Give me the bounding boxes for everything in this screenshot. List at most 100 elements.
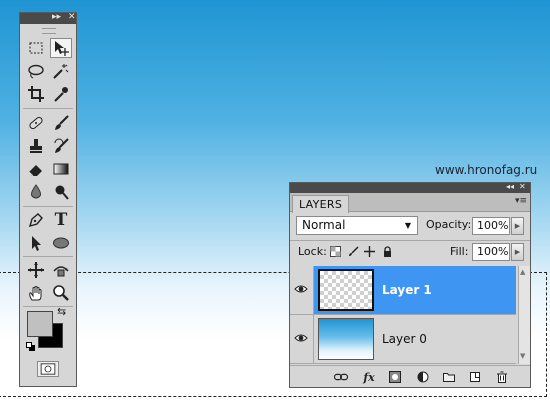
layer-name[interactable]: Layer 1 bbox=[382, 283, 432, 297]
marquee-icon bbox=[29, 42, 43, 54]
tools-titlebar[interactable]: ▸▸ ✕ bbox=[20, 11, 76, 24]
adjustment-layer-button[interactable] bbox=[416, 370, 430, 384]
layer-name[interactable]: Layer 0 bbox=[382, 332, 427, 346]
gradient-tool[interactable] bbox=[50, 159, 72, 179]
stamp-icon bbox=[30, 139, 42, 153]
layer-row-layer-1[interactable]: Layer 1 bbox=[290, 266, 516, 315]
watermark-text: www.hronofag.ru bbox=[435, 163, 538, 177]
quick-mask-button[interactable] bbox=[37, 361, 59, 377]
foreground-color-swatch[interactable] bbox=[27, 311, 53, 337]
toolbox-divider bbox=[23, 108, 73, 109]
default-colors-icon[interactable] bbox=[26, 342, 35, 351]
shape-tool[interactable] bbox=[50, 233, 72, 253]
3d-orbit-icon bbox=[53, 266, 69, 277]
link-icon bbox=[334, 373, 348, 381]
layers-scrollbar[interactable]: ▲ ▼ bbox=[518, 266, 530, 364]
lasso-icon bbox=[28, 64, 44, 79]
lasso-tool[interactable] bbox=[25, 61, 47, 81]
chevron-down-icon: ▼ bbox=[404, 221, 411, 230]
delete-layer-button[interactable] bbox=[495, 370, 509, 384]
new-group-button[interactable] bbox=[442, 370, 456, 384]
gradient-icon bbox=[53, 163, 69, 175]
layers-bottom-bar: fx bbox=[290, 365, 530, 388]
type-tool[interactable]: T bbox=[50, 210, 72, 230]
eye-icon bbox=[294, 334, 308, 342]
move-icon bbox=[55, 41, 69, 56]
toolbox-divider bbox=[23, 256, 73, 257]
dodge-tool[interactable] bbox=[50, 182, 72, 202]
brush-icon bbox=[55, 115, 69, 130]
zoom-icon bbox=[53, 285, 69, 301]
magic-wand-tool[interactable] bbox=[50, 61, 72, 81]
zoom-tool[interactable] bbox=[50, 283, 72, 303]
history-brush-tool[interactable] bbox=[50, 136, 72, 156]
toolbox-divider bbox=[23, 206, 73, 207]
close-icon[interactable]: ✕ bbox=[519, 181, 526, 193]
scroll-up-icon[interactable]: ▲ bbox=[520, 268, 525, 276]
crop-tool[interactable] bbox=[25, 84, 47, 104]
link-layers-button[interactable] bbox=[334, 370, 348, 384]
layer-thumbnail bbox=[318, 318, 374, 360]
eyedropper-icon bbox=[54, 87, 68, 102]
layers-list: Layer 1 Layer 0 bbox=[290, 266, 530, 364]
panel-menu-icon[interactable]: ▾≡ bbox=[515, 196, 527, 206]
lock-position-icon[interactable] bbox=[364, 246, 375, 257]
marquee-tool[interactable] bbox=[25, 38, 47, 58]
layer-thumbnail bbox=[318, 269, 374, 311]
close-icon[interactable]: ✕ bbox=[68, 11, 76, 24]
clone-stamp-tool[interactable] bbox=[25, 136, 47, 156]
path-selection-tool[interactable] bbox=[25, 233, 47, 253]
group-folder-icon bbox=[443, 373, 455, 382]
lock-label: Lock: bbox=[298, 245, 327, 258]
fill-label: Fill: bbox=[450, 245, 469, 258]
healing-brush-tool[interactable] bbox=[25, 113, 47, 133]
ellipse-icon bbox=[53, 237, 69, 249]
layers-panel: ◂◂ ✕ LAYERS ▾≡ Normal ▼ Opacity: 100% ▶ … bbox=[289, 182, 531, 388]
bandage-icon bbox=[29, 116, 43, 130]
visibility-toggle[interactable] bbox=[290, 266, 314, 314]
3d-orbit-tool[interactable] bbox=[50, 260, 72, 280]
fill-slider-button[interactable]: ▶ bbox=[511, 243, 524, 261]
move-tool[interactable] bbox=[50, 38, 72, 58]
tab-layers[interactable]: LAYERS bbox=[292, 195, 350, 213]
tools-panel: ▸▸ ✕ T ⇆ bbox=[19, 12, 77, 387]
eye-icon bbox=[294, 285, 308, 293]
eraser-tool[interactable] bbox=[25, 159, 47, 179]
blend-mode-value: Normal bbox=[302, 218, 346, 232]
eraser-icon bbox=[28, 165, 42, 177]
collapse-icon[interactable]: ◂◂ bbox=[506, 181, 514, 193]
lock-transparent-pixels-icon[interactable] bbox=[330, 246, 341, 257]
new-layer-button[interactable] bbox=[468, 370, 482, 384]
opacity-slider-button[interactable]: ▶ bbox=[511, 217, 524, 235]
layers-titlebar[interactable]: ◂◂ ✕ bbox=[290, 181, 530, 193]
fill-input[interactable]: 100% bbox=[472, 243, 510, 261]
brush-tool[interactable] bbox=[50, 113, 72, 133]
quick-mask-icon bbox=[40, 363, 56, 375]
3d-rotate-tool[interactable] bbox=[25, 260, 47, 280]
blur-tool[interactable] bbox=[25, 182, 47, 202]
new-layer-icon bbox=[470, 372, 480, 382]
panel-grip[interactable] bbox=[20, 24, 76, 36]
drop-icon bbox=[31, 184, 41, 199]
lock-all-icon[interactable] bbox=[382, 246, 393, 257]
layer-style-button[interactable]: fx bbox=[362, 370, 376, 384]
eyedropper-tool[interactable] bbox=[50, 84, 72, 104]
magic-wand-icon bbox=[53, 64, 69, 79]
layer-row-layer-0[interactable]: Layer 0 bbox=[290, 315, 516, 364]
visibility-toggle[interactable] bbox=[290, 315, 314, 363]
mask-icon bbox=[389, 371, 401, 383]
swap-colors-icon[interactable]: ⇆ bbox=[57, 305, 66, 318]
hand-tool[interactable] bbox=[25, 283, 47, 303]
type-icon: T bbox=[54, 210, 68, 230]
scroll-down-icon[interactable]: ▼ bbox=[520, 352, 525, 360]
opacity-input[interactable]: 100% bbox=[472, 217, 510, 235]
lock-image-pixels-icon[interactable] bbox=[348, 246, 359, 257]
add-mask-button[interactable] bbox=[388, 370, 402, 384]
3d-rotate-icon bbox=[28, 262, 44, 278]
fx-icon: fx bbox=[363, 370, 375, 384]
dodge-icon bbox=[55, 185, 69, 200]
pen-tool[interactable] bbox=[25, 210, 47, 230]
blend-mode-select[interactable]: Normal ▼ bbox=[296, 216, 418, 235]
panel-divider bbox=[290, 240, 530, 241]
collapse-icon[interactable]: ▸▸ bbox=[52, 11, 61, 24]
